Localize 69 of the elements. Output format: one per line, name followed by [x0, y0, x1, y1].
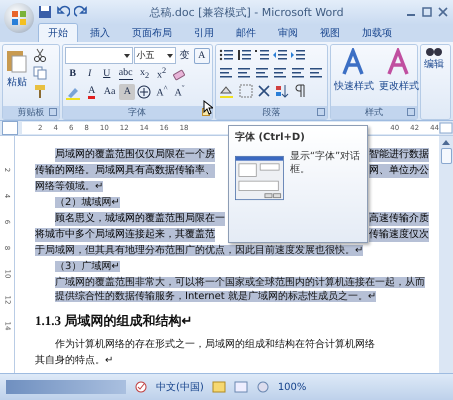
font-button[interactable]: A$^{^}$: [153, 84, 171, 100]
scissors-icon[interactable]: [32, 47, 48, 63]
reading-view-icon[interactable]: [234, 381, 248, 393]
group-label: 剪贴板: [17, 106, 44, 119]
tooltip-description: 显示“字体”对话框。: [290, 150, 361, 177]
copy-icon[interactable]: [32, 65, 48, 81]
paragraph: 网络等领域。↵: [35, 180, 104, 194]
enclosed-character-icon[interactable]: [136, 84, 152, 100]
window-title: 总稿.doc [兼容模式] - Microsoft Word: [148, 4, 345, 20]
group-label: 字体: [128, 106, 146, 119]
office-logo-icon: [11, 10, 27, 26]
paragraph: 广域网的覆盖范围非常大，可以将一个国家或全球范围内的计算机连接在一起，从而提供综合性的数据传输服务，Internet 就是广域网的标志性成员之一。↵: [54, 276, 426, 304]
paste-button[interactable]: 粘贴: [5, 47, 29, 104]
close-icon[interactable]: [437, 6, 449, 18]
sort-icon[interactable]: [274, 83, 290, 99]
paragraph: （2）城域网↵: [54, 196, 121, 210]
paragraph: 作为计算机网络的存在形式之一，局域网的组成和结构在符合计算机网络: [54, 338, 376, 352]
font-name-field[interactable]: [64, 47, 133, 64]
ribbon-tab[interactable]: 开始: [38, 23, 78, 42]
paragraph: 其自身的特点。↵: [35, 354, 114, 368]
spelling-check-icon[interactable]: [134, 380, 148, 394]
character-border-button[interactable]: A: [194, 48, 210, 64]
scrollbar-thumb[interactable]: [440, 148, 452, 164]
format-painter-icon[interactable]: [32, 83, 48, 99]
scroll-up-icon[interactable]: [441, 138, 451, 146]
dropdown-caret-icon[interactable]: [124, 52, 130, 58]
ribbon-tab[interactable]: 邮件: [226, 23, 266, 42]
underline-button[interactable]: U: [98, 66, 115, 82]
styles-button[interactable]: 快速样式: [333, 47, 376, 104]
font-button[interactable]: 变: [176, 48, 193, 64]
redo-icon[interactable]: [74, 5, 88, 19]
save-icon[interactable]: [38, 5, 52, 19]
clipboard-icon: [6, 48, 28, 74]
maximize-icon[interactable]: [421, 6, 433, 18]
numbered-list-icon[interactable]: [236, 47, 252, 63]
web-view-icon[interactable]: [256, 381, 270, 393]
styles-button[interactable]: 更改样式: [378, 47, 420, 104]
language-status[interactable]: 中文(中国): [156, 380, 204, 394]
undo-icon[interactable]: [56, 5, 70, 19]
strikethrough-button[interactable]: abc: [116, 66, 136, 82]
italic-button[interactable]: I: [82, 66, 98, 82]
paragraph: （3）广域网↵: [54, 260, 121, 274]
ruler-toggle-icon[interactable]: [439, 122, 453, 134]
dropdown-caret-icon[interactable]: [166, 52, 173, 58]
font-size-field[interactable]: 小五: [134, 47, 176, 64]
ribbon-tab[interactable]: 加载项: [352, 23, 402, 42]
ribbon-tab[interactable]: 页面布局: [122, 23, 182, 42]
font-color-button[interactable]: A: [84, 84, 100, 100]
binoculars-icon: [425, 48, 444, 56]
font-button[interactable]: x$_{2}$: [136, 66, 153, 82]
section-heading: 1.1.3 局域网的组成和结构↵: [35, 312, 194, 330]
font-button[interactable]: A$^{ˇ}$: [172, 84, 188, 100]
font-button[interactable]: x$^{2}$: [154, 66, 170, 82]
ribbon-tab[interactable]: 审阅: [268, 23, 308, 42]
group-label: 段落: [262, 106, 280, 119]
editing-button[interactable]: 编辑: [423, 47, 446, 117]
bullet-list-icon[interactable]: [218, 47, 234, 63]
character-shading-button[interactable]: A: [119, 84, 136, 100]
bold-button[interactable]: B: [64, 66, 81, 82]
mouse-pointer-icon: [203, 100, 213, 115]
zoom-level[interactable]: 100%: [278, 382, 306, 392]
ribbon-tab[interactable]: 插入: [80, 23, 120, 42]
paragraph: 于局域网，但其具有地理分布范围广的优点，因此目前速度发展也很快。↵: [35, 244, 364, 258]
font-button[interactable]: Aa: [100, 84, 118, 100]
borders-icon[interactable]: [238, 83, 254, 99]
ribbon-tab[interactable]: 引用: [184, 23, 224, 42]
ribbon-tab[interactable]: 视图: [310, 23, 350, 42]
group-label: 样式: [365, 106, 384, 119]
office-button[interactable]: [4, 3, 34, 33]
